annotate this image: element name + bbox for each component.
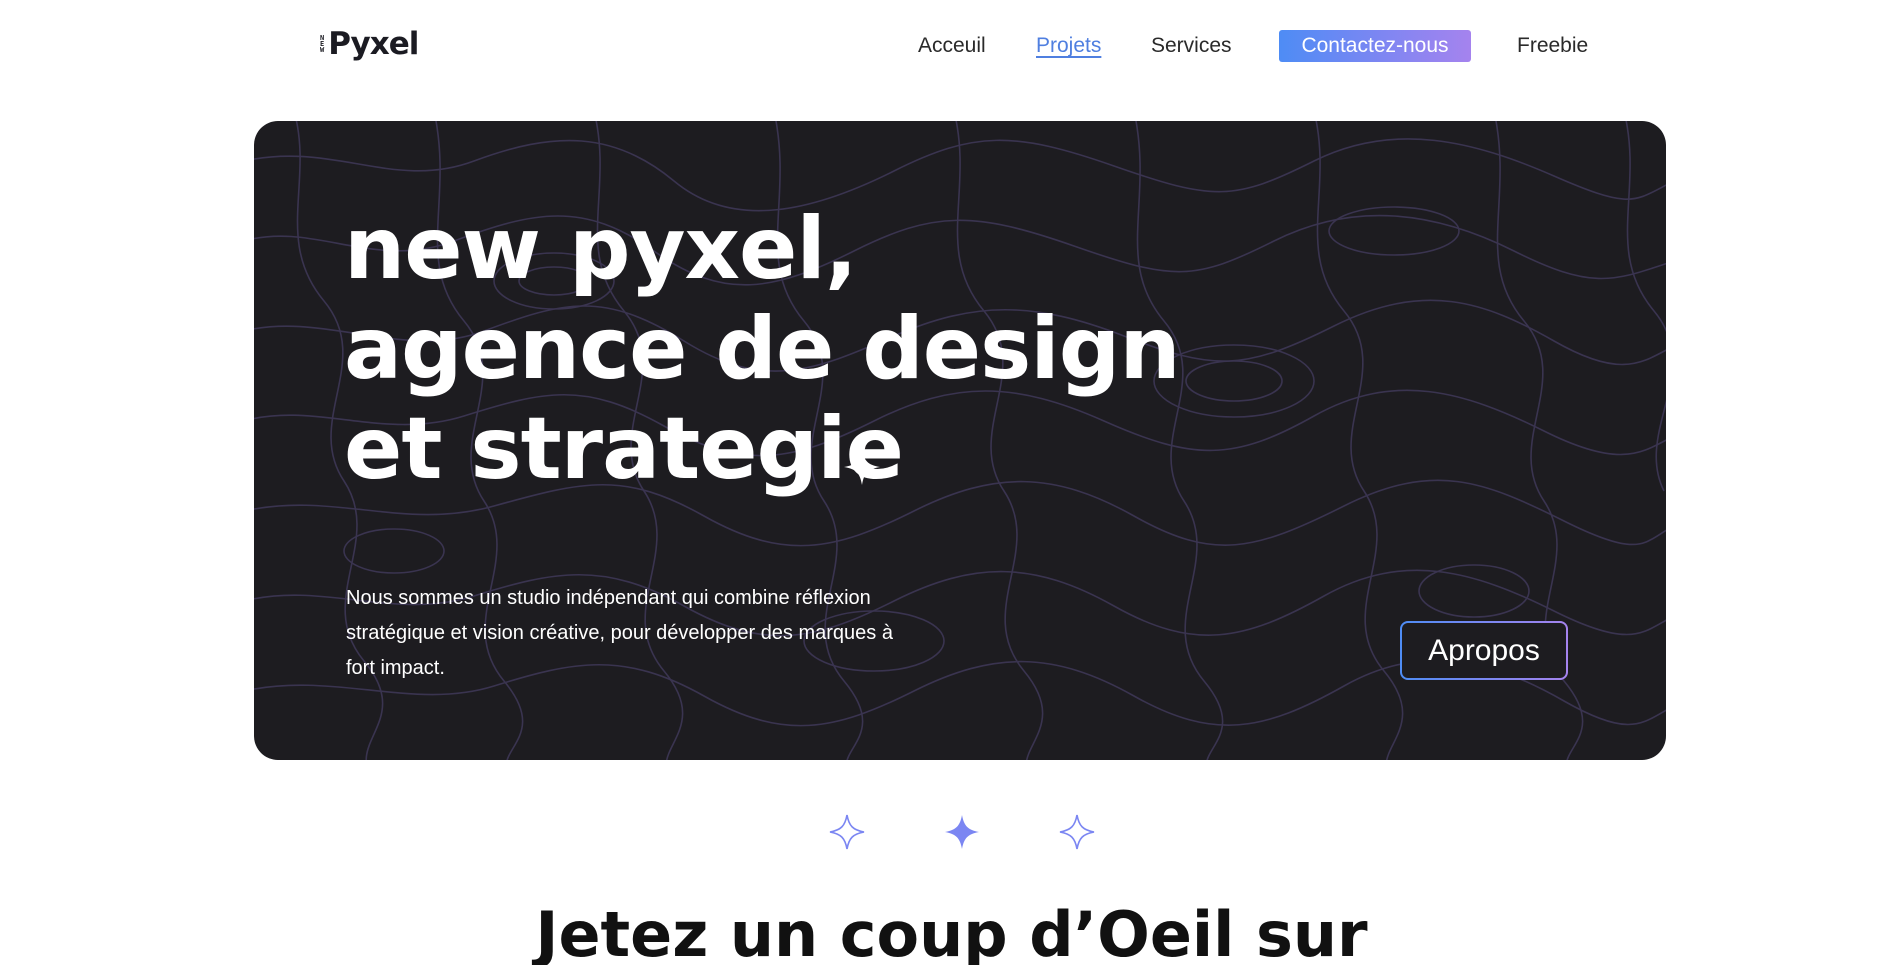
nav-item-freebie[interactable]: Freebie <box>1517 30 1588 62</box>
carousel-dot-active-icon[interactable] <box>942 812 982 852</box>
hero-title-line: new pyxel, <box>344 199 858 299</box>
hero-title: new pyxel, agence de design et strategie <box>344 199 1181 499</box>
carousel-indicators <box>0 812 1903 852</box>
page: N E W Pyxel Acceuil Projets Services Con… <box>0 0 1903 965</box>
sparkle-icon <box>844 449 880 485</box>
hero-title-line: agence de design <box>344 299 1181 399</box>
carousel-dot-icon[interactable] <box>1057 812 1097 852</box>
nav-item-services[interactable]: Services <box>1151 30 1232 62</box>
apropos-button[interactable]: Apropos <box>1400 621 1568 680</box>
carousel-dot-icon[interactable] <box>827 812 867 852</box>
nav-item-projets[interactable]: Projets <box>1036 30 1101 62</box>
hero-description: Nous sommes un studio indépendant qui co… <box>346 587 893 679</box>
hero-card: new pyxel, agence de design et strategie… <box>254 121 1666 760</box>
hero-title-line: et strategie <box>344 399 904 499</box>
nav-item-accueil[interactable]: Acceuil <box>918 30 986 62</box>
nav-contact-button[interactable]: Contactez-nous <box>1279 30 1471 62</box>
main-nav: Acceuil Projets Services Contactez-nous … <box>0 30 1903 62</box>
section-title: Jetez un coup d’Oeil sur <box>535 898 1368 965</box>
